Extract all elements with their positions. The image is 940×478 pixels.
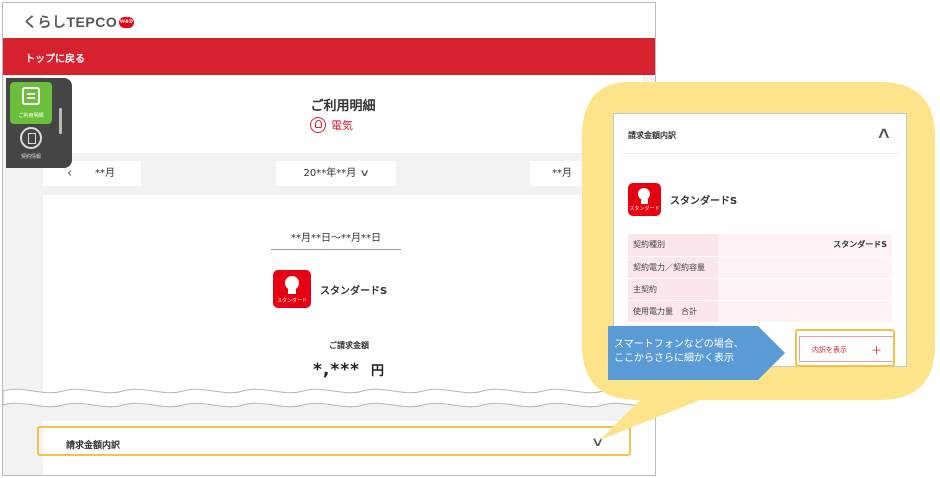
- detail-plan-name: スタンダードS: [670, 196, 738, 207]
- table-row: 使用電力量 合計: [628, 300, 892, 323]
- detail-header[interactable]: 請求金額内訳 ∧: [622, 114, 900, 154]
- bulb-base: [641, 199, 648, 204]
- row-value: [718, 256, 892, 279]
- plan-icon-caption: スタンダード: [629, 206, 660, 212]
- button-highlight-frame: [795, 329, 895, 367]
- row-key: 主契約: [628, 278, 718, 301]
- row-value: [718, 300, 892, 323]
- row-key: 使用電力量 合計: [628, 300, 718, 323]
- annotation-note: スマートフォンなどの場合、 ここからさらに細かく表示: [608, 326, 785, 380]
- stage: くらしTEPCO web トップに戻る ご利用明細 電気 ‹ **月 20**年…: [0, 0, 940, 478]
- row-key: 契約電力／契約容量: [628, 256, 718, 279]
- table-row: 契約種別 スタンダードS: [628, 234, 892, 257]
- note-line-2: ここからさらに細かく表示: [614, 353, 734, 364]
- plan-icon: スタンダード: [628, 183, 661, 216]
- note-line-1: スマートフォンなどの場合、: [614, 339, 744, 350]
- row-value: スタンダードS: [718, 234, 892, 257]
- chevron-up-icon: ∧: [875, 123, 893, 142]
- detail-plan-row: スタンダード スタンダードS: [628, 183, 737, 216]
- row-key: 契約種別: [628, 234, 718, 257]
- note-text: スマートフォンなどの場合、 ここからさらに細かく表示: [614, 338, 774, 366]
- table-row: 契約電力／契約容量: [628, 256, 892, 279]
- row-value: [718, 278, 892, 301]
- detail-table: 契約種別 スタンダードS 契約電力／契約容量 主契約 使用電力量 合計: [628, 234, 892, 323]
- table-row: 主契約: [628, 278, 892, 301]
- detail-title: 請求金額内訳: [628, 131, 676, 140]
